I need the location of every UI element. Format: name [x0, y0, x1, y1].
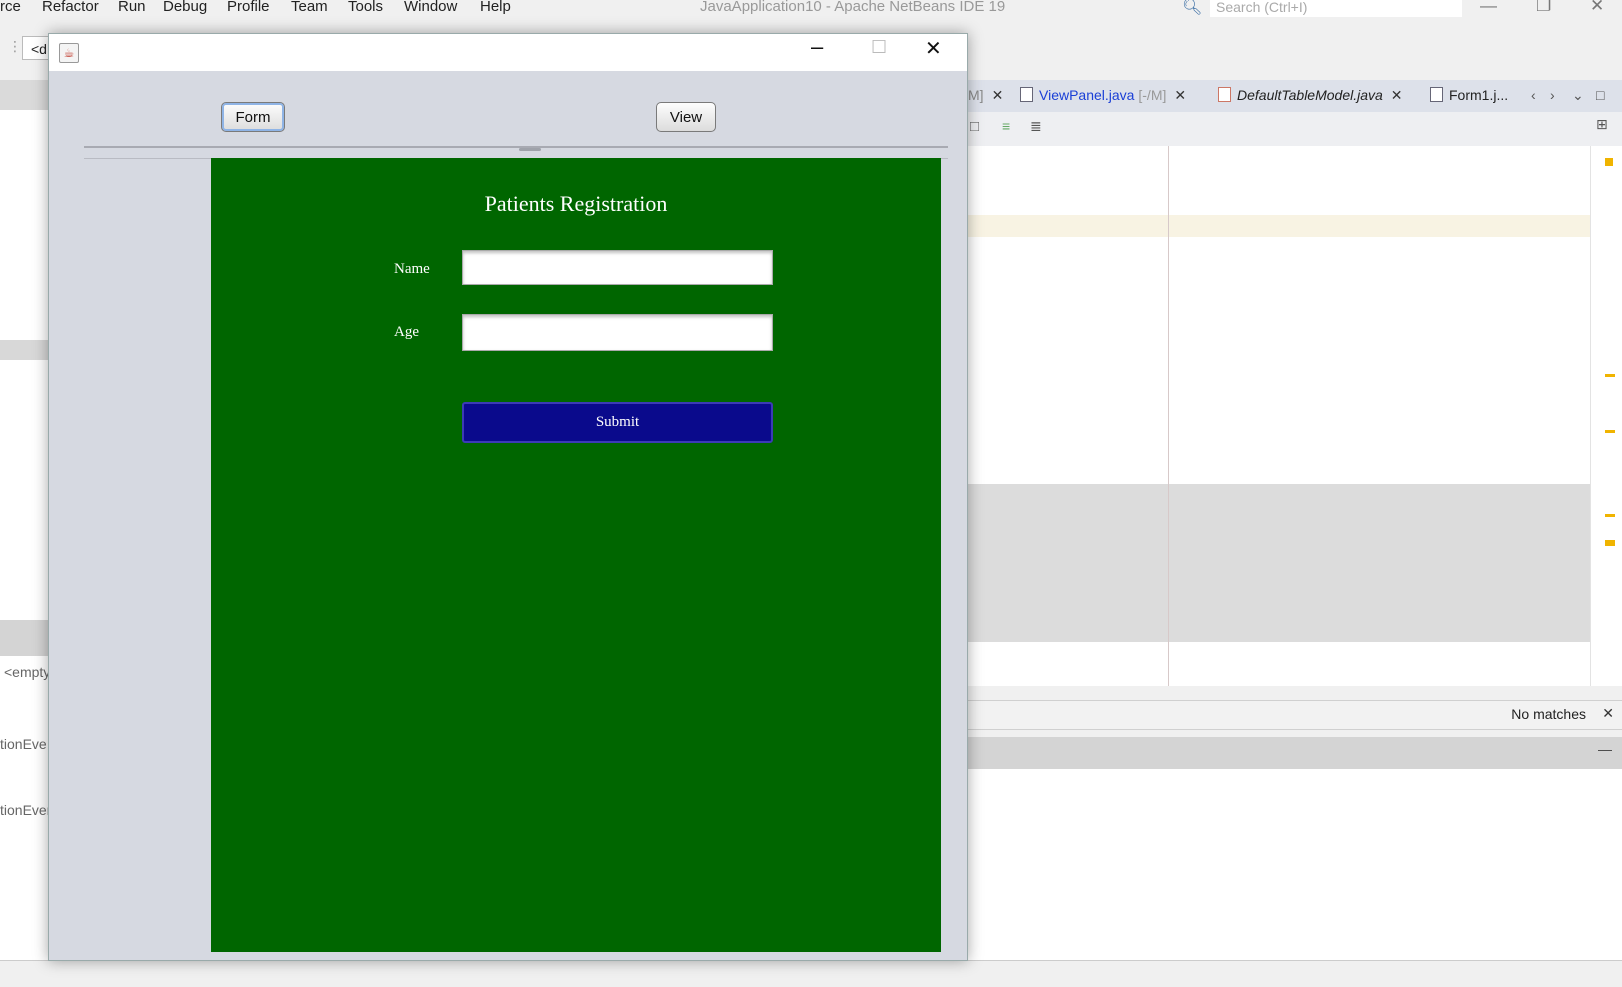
- editor-tabbar: M] ✕ ViewPanel.java [-/M] ✕ DefaultTableMo…: [968, 80, 1622, 112]
- toolbar-grip-icon: ⋮: [8, 38, 22, 54]
- ide-restore-icon[interactable]: ❐: [1536, 0, 1551, 16]
- tab-label: DefaultTableModel.java: [1237, 87, 1383, 103]
- error-stripe-mark[interactable]: [1605, 158, 1613, 166]
- error-stripe: [1590, 146, 1622, 686]
- maximize-icon: ☐: [871, 37, 888, 57]
- ide-menubar: rce Refactor Run Debug Profile Team Tool…: [0, 0, 1622, 24]
- tab-suffix: [-/M]: [1134, 87, 1167, 103]
- tab-label: Form1.j...: [1449, 87, 1509, 103]
- uncomment-icon[interactable]: ≣: [1030, 118, 1042, 135]
- search-icon[interactable]: 🔍︎: [1182, 0, 1202, 17]
- left-panel: [0, 80, 48, 960]
- class-file-icon: [1218, 87, 1231, 102]
- ide-close-icon[interactable]: ✕: [1590, 0, 1604, 16]
- left-panel-selected-row[interactable]: [0, 340, 48, 360]
- close-icon[interactable]: ✕: [1602, 705, 1614, 722]
- view-button[interactable]: View: [656, 102, 716, 132]
- maximize-editor-icon[interactable]: □: [1596, 87, 1604, 103]
- minimize-icon[interactable]: –: [811, 34, 823, 60]
- error-stripe-mark[interactable]: [1605, 514, 1615, 517]
- age-label: Age: [394, 324, 419, 340]
- age-field[interactable]: [462, 314, 773, 351]
- close-icon[interactable]: ✕: [1174, 87, 1186, 103]
- ide-window-title: JavaApplication10 - Apache NetBeans IDE …: [700, 0, 1006, 15]
- submit-button[interactable]: Submit: [462, 402, 773, 443]
- toggle-icon[interactable]: □: [970, 118, 979, 135]
- error-stripe-mark[interactable]: [1605, 430, 1615, 433]
- minimize-icon[interactable]: —: [1598, 741, 1612, 757]
- menu-run[interactable]: Run: [118, 0, 146, 15]
- close-icon[interactable]: ✕: [992, 87, 1004, 103]
- file-icon: [1430, 87, 1443, 102]
- editor-toolbar: □ ≡ ≣ ⊞: [968, 112, 1622, 147]
- split-editor-icon[interactable]: ⊞: [1596, 116, 1608, 133]
- error-stripe-mark[interactable]: [1605, 374, 1615, 377]
- status-bar: [0, 960, 1622, 987]
- find-status: No matches: [1511, 706, 1586, 722]
- name-label: Name: [394, 261, 430, 277]
- tab-defaulttablemodel[interactable]: DefaultTableModel.java ✕: [1218, 87, 1403, 104]
- name-field[interactable]: [462, 250, 773, 285]
- output-panel: [968, 769, 1622, 986]
- left-panel-section-header: [0, 620, 48, 656]
- java-app-window: ☕︎ – ☐ ✕ Form View Patients Registration…: [48, 33, 968, 961]
- right-margin-line: [1168, 146, 1169, 686]
- file-icon: [1020, 87, 1033, 102]
- menu-team[interactable]: Team: [291, 0, 328, 15]
- ide-minimize-icon[interactable]: —: [1480, 0, 1497, 16]
- form-title: Patients Registration: [484, 191, 668, 216]
- menu-debug[interactable]: Debug: [163, 0, 207, 15]
- tab-form1[interactable]: Form1.j...: [1430, 87, 1508, 103]
- split-pane-grip-icon[interactable]: [519, 148, 541, 151]
- tab-label: ViewPanel.java: [1039, 87, 1135, 103]
- tab-previous[interactable]: M] ✕: [968, 87, 1003, 104]
- tab-scroll-right-icon[interactable]: ›: [1550, 87, 1555, 103]
- left-panel-empty-text: <empty: [4, 664, 51, 680]
- registration-panel: Patients Registration Name Age Submit: [211, 158, 941, 952]
- comment-icon[interactable]: ≡: [1002, 118, 1010, 134]
- error-stripe-mark[interactable]: [1605, 540, 1615, 546]
- close-icon[interactable]: ✕: [1391, 87, 1403, 103]
- menu-profile[interactable]: Profile: [227, 0, 270, 15]
- window-titlebar: ☕︎ – ☐ ✕: [49, 34, 967, 71]
- current-line-highlight: [968, 215, 1590, 237]
- find-bar: No matches ✕: [968, 700, 1622, 730]
- tab-label: M]: [968, 87, 984, 103]
- close-icon[interactable]: ✕: [925, 36, 942, 61]
- ide-search-input[interactable]: Search (Ctrl+I): [1210, 0, 1462, 17]
- menu-window[interactable]: Window: [404, 0, 457, 15]
- menu-refactor[interactable]: Refactor: [42, 0, 99, 15]
- form-button[interactable]: Form: [221, 102, 285, 132]
- tab-scroll-left-icon[interactable]: ‹: [1531, 87, 1536, 103]
- menu-source[interactable]: rce: [0, 0, 21, 15]
- tab-viewpanel[interactable]: ViewPanel.java [-/M] ✕: [1020, 87, 1186, 104]
- menu-tools[interactable]: Tools: [348, 0, 383, 15]
- left-panel-item[interactable]: tionEver: [0, 802, 51, 818]
- left-panel-item[interactable]: tionEve: [0, 736, 47, 752]
- output-panel-header: —: [968, 737, 1622, 769]
- menu-help[interactable]: Help: [480, 0, 511, 15]
- left-panel-header: [0, 80, 48, 110]
- tab-list-dropdown-icon[interactable]: ⌄: [1572, 87, 1584, 104]
- guarded-block: [968, 484, 1590, 642]
- java-icon: ☕︎: [59, 43, 79, 63]
